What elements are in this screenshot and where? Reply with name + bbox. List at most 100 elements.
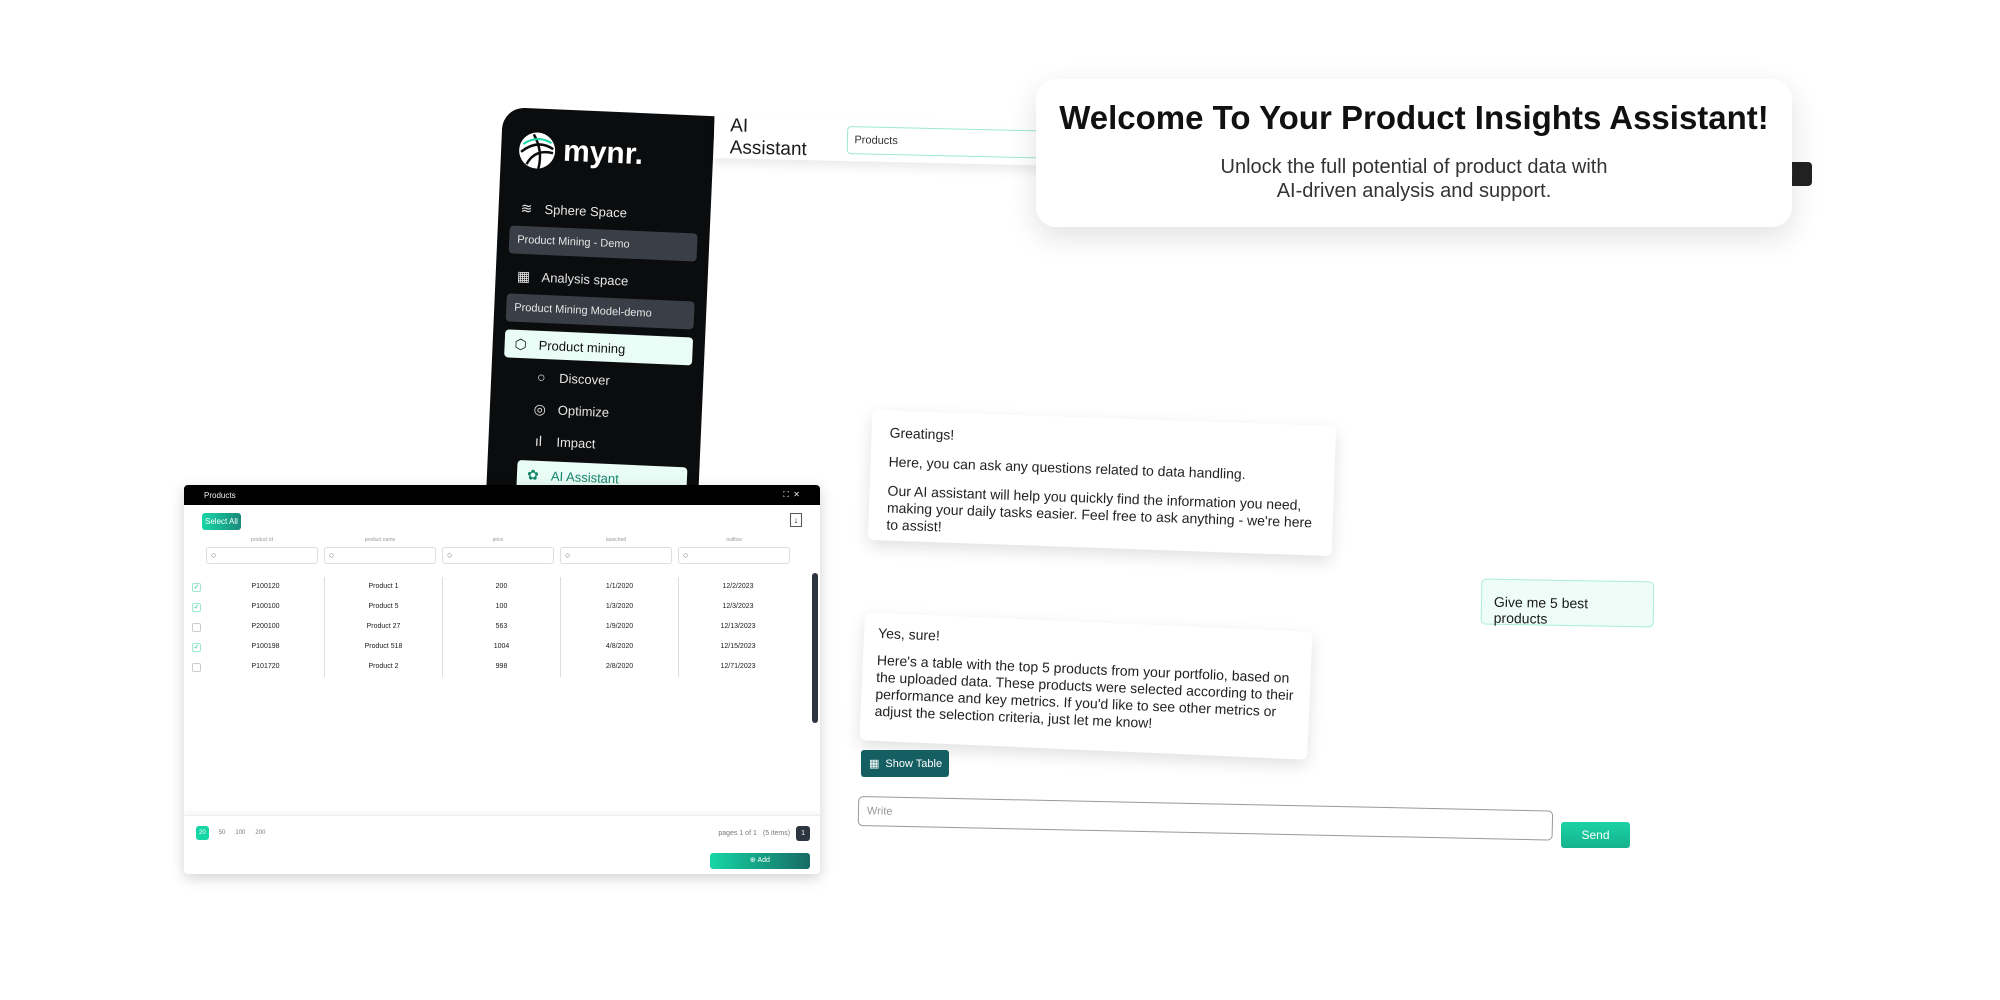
table-cell: Product 5	[325, 597, 443, 617]
table-cell: 4/8/2020	[561, 637, 679, 657]
welcome-title: Welcome To Your Product Insights Assista…	[1059, 99, 1769, 136]
column-launched: launched ○	[560, 537, 672, 564]
table-cell: Product 2	[325, 657, 443, 677]
plus-circle-icon: ⊕	[750, 857, 756, 864]
filter-input[interactable]: ○	[678, 547, 790, 564]
table-cell: 100	[443, 597, 561, 617]
row-checkbox[interactable]: ✓	[192, 642, 201, 652]
table-row[interactable]: P200100 Product 27 563 1/9/2020 12/13/2023	[192, 617, 802, 637]
table-cell: 12/2/2023	[722, 583, 754, 590]
page-size-options: 20 50 100 200	[196, 826, 265, 840]
grid-icon: ▦	[516, 267, 531, 284]
filter-input[interactable]: ○	[324, 547, 436, 564]
table-row[interactable]: ✓ P100120 Product 1 200 1/1/2020 12/2/2023	[192, 577, 802, 597]
row-checkbox[interactable]: ✓	[192, 602, 201, 612]
header: launched	[605, 537, 627, 543]
layers-icon: ≋	[520, 199, 533, 216]
user-message: Give me 5 best products	[1480, 578, 1655, 628]
show-table-button[interactable]: ▦ Show Table	[861, 750, 949, 777]
filter-input[interactable]: ○	[560, 547, 672, 564]
table-cell: Product 1	[325, 577, 443, 597]
products-panel: Products ⛶ ✕ Select All ↓ product id ○ pr…	[184, 485, 820, 874]
table-cell: Product 27	[325, 617, 443, 637]
row-checkbox[interactable]: ✓	[192, 582, 201, 592]
panel-title: Products	[204, 490, 236, 500]
row-checkbox[interactable]	[192, 662, 201, 672]
welcome-subtitle: Unlock the full potential of product dat…	[1036, 155, 1792, 203]
column-filters: product id ○ product name ○ price ○ launche…	[206, 537, 820, 564]
brand-logo[interactable]: mynr.	[516, 130, 702, 178]
table-row[interactable]: ✓ P100198 Product 518 1004 4/8/2020 12/15/202…	[192, 637, 802, 657]
page-size-100[interactable]: 100	[235, 830, 245, 836]
page-button[interactable]: 1	[796, 826, 810, 841]
header: product id	[251, 537, 273, 543]
table-cell: 12/15/2023	[720, 643, 756, 650]
table-cell: 1/1/2020	[561, 577, 679, 597]
add-button[interactable]: ⊕ Add	[710, 853, 810, 869]
page-info: pages 1 of 1	[718, 830, 757, 837]
sidebar-item-analysis-space[interactable]: ▦ Analysis space	[507, 261, 696, 297]
line1: Unlock the full potential of product dat…	[1220, 156, 1608, 178]
row-checkbox[interactable]	[192, 622, 201, 632]
send-button[interactable]: Send	[1561, 822, 1630, 848]
column-outflow: outflow ○	[678, 537, 790, 564]
sidebar-item-product-mining-model[interactable]: Product Mining Model-demo	[505, 293, 695, 330]
add-label: Add	[757, 857, 770, 864]
sidebar-item-impact[interactable]: ıl Impact	[500, 425, 689, 461]
dataset-select[interactable]: Products	[847, 126, 1045, 159]
table-cell: 12/71/2023	[720, 663, 756, 670]
header: product name	[364, 537, 396, 543]
label: AI Assistant	[550, 467, 620, 486]
line2: AI-driven analysis and support.	[1276, 180, 1552, 202]
table-cell: 12/13/2023	[720, 623, 756, 630]
page-size-20[interactable]: 20	[196, 826, 209, 840]
select-all-button[interactable]: Select All	[202, 513, 241, 530]
sidebar: mynr. ≋ Sphere Space Product Mining - Dem…	[485, 107, 715, 506]
filter-input[interactable]: ○	[442, 547, 554, 564]
label: Analysis space	[541, 269, 629, 289]
bar-chart-icon: ıl	[534, 432, 543, 450]
label: Discover	[558, 370, 611, 388]
sidebar-item-product-mining-demo[interactable]: Product Mining - Demo	[508, 225, 698, 262]
message-text: Here, you can ask any questions related …	[888, 453, 1246, 483]
table-icon: ▦	[869, 758, 880, 770]
header: AI Assistant Products	[713, 115, 1045, 166]
page-size-200[interactable]: 200	[255, 830, 265, 836]
header: price	[492, 537, 504, 543]
table-body: ✓ P100120 Product 1 200 1/1/2020 12/2/2023 ✓ P1…	[192, 577, 802, 677]
sidebar-item-sphere-space[interactable]: ≋ Sphere Space	[510, 193, 699, 229]
label: Product mining	[538, 337, 626, 357]
filter-input[interactable]: ○	[206, 547, 318, 564]
openai-icon: ✿	[526, 465, 540, 483]
sidebar-item-product-mining[interactable]: ⬡ Product mining	[504, 329, 694, 366]
table-row[interactable]: P101720 Product 2 998 2/8/2020 12/71/2023	[192, 657, 802, 677]
download-icon[interactable]: ↓	[790, 513, 802, 527]
table-cell: P101720	[207, 657, 325, 677]
sidebar-item-discover[interactable]: ○ Discover	[503, 361, 692, 397]
table-cell: P100100	[207, 597, 325, 617]
message-input[interactable]: Write	[857, 796, 1554, 841]
column-product-name: product name ○	[324, 537, 436, 564]
close-icon[interactable]: ✕	[793, 490, 800, 499]
column-price: price ○	[442, 537, 554, 564]
page-size-50[interactable]: 50	[219, 830, 226, 836]
search-icon: ○	[536, 368, 546, 386]
aperture-icon: ◎	[533, 400, 547, 417]
label: Sphere Space	[544, 201, 628, 220]
table-cell: 998	[443, 657, 561, 677]
table-cell: 1004	[443, 637, 561, 657]
message-text: Our AI assistant will help you quickly f…	[886, 482, 1313, 535]
sidebar-item-optimize[interactable]: ◎ Optimize	[501, 393, 690, 429]
table-cell: 1/9/2020	[561, 617, 679, 637]
table-row[interactable]: ✓ P100100 Product 5 100 1/3/2020 12/3/2023	[192, 597, 802, 617]
message-text: Here's a table with the top 5 products f…	[874, 651, 1294, 731]
column-product-id: product id ○	[206, 537, 318, 564]
table-cell: 563	[443, 617, 561, 637]
table-cell: 12/3/2023	[722, 603, 754, 610]
label: Show Table	[885, 757, 943, 770]
table-cell: P100120	[207, 577, 325, 597]
expand-icon[interactable]: ⛶	[783, 490, 789, 499]
header: outflow	[726, 537, 742, 543]
scrollbar[interactable]	[812, 573, 818, 723]
globe-logo-icon	[519, 132, 556, 169]
